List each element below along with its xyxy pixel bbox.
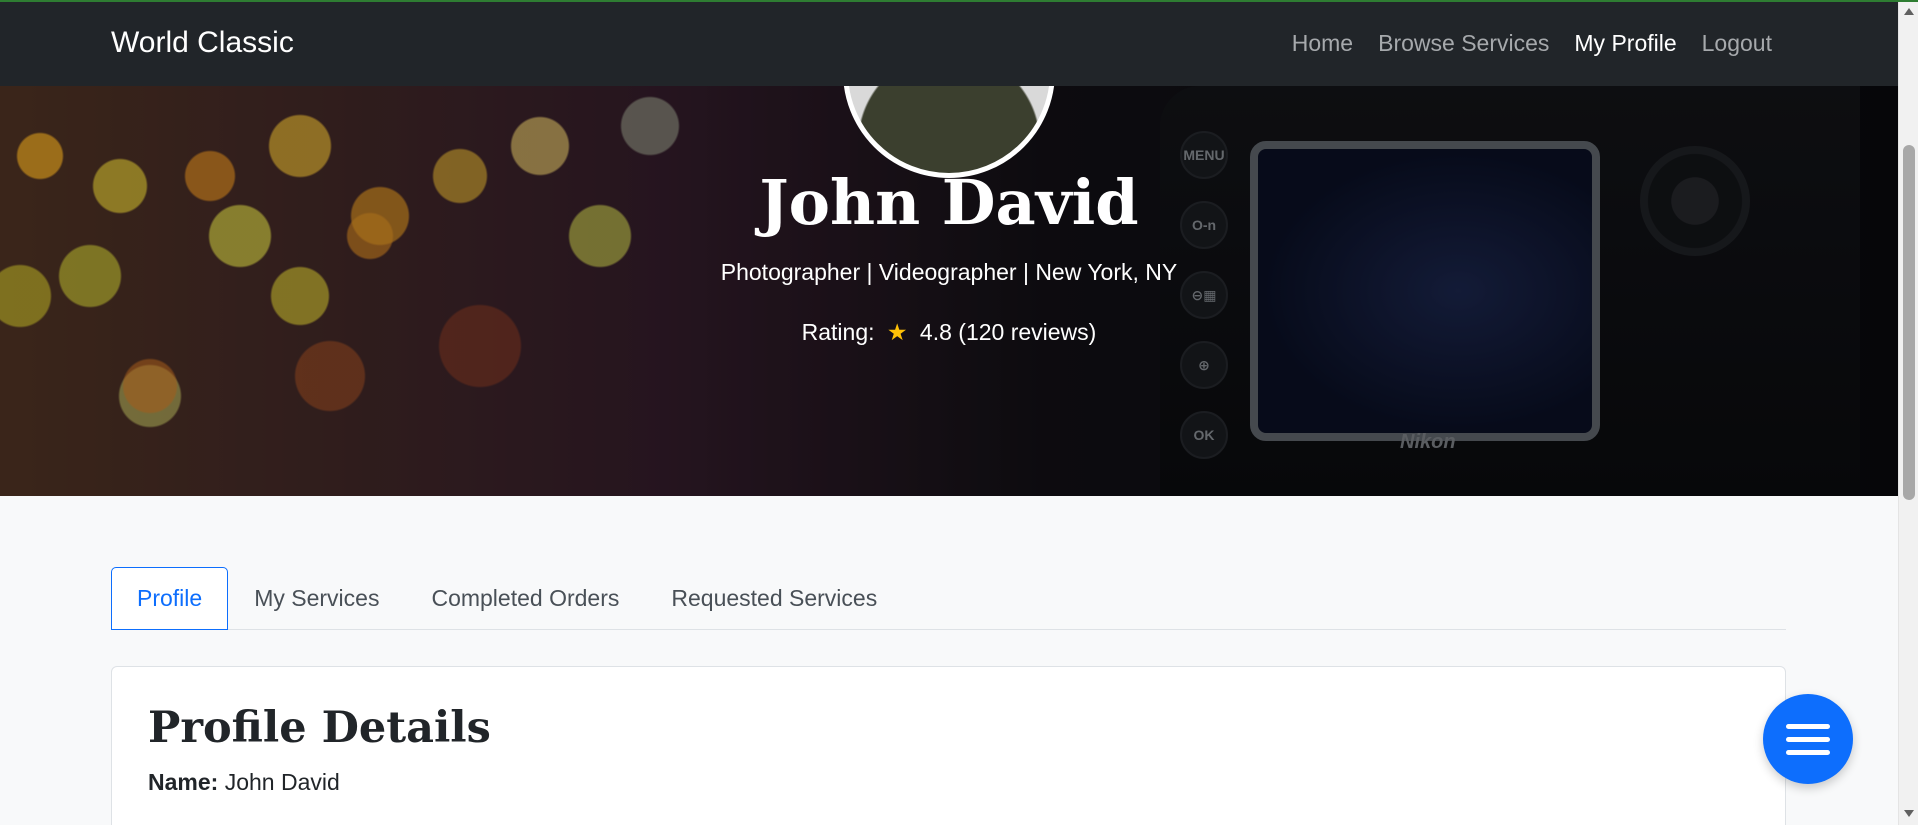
tab-completed-orders[interactable]: Completed Orders: [405, 567, 645, 630]
scroll-down-arrow-icon[interactable]: [1904, 810, 1914, 817]
profile-name: John David: [759, 166, 1139, 239]
menu-icon-bar: [1786, 723, 1830, 729]
scroll-up-arrow-icon[interactable]: [1904, 8, 1914, 15]
tab-requested-services[interactable]: Requested Services: [645, 567, 903, 630]
brand-link[interactable]: World Classic: [111, 26, 294, 60]
page-scrollbar[interactable]: [1898, 0, 1918, 825]
star-icon: ★: [886, 319, 908, 345]
nav-my-profile-link[interactable]: My Profile: [1574, 30, 1676, 57]
top-accent-line: [0, 0, 1918, 2]
card-title: Profile Details: [148, 703, 491, 753]
name-value: John David: [224, 769, 340, 795]
profile-hero-banner: Nikon MENU O-n ⊖▦ ⊕ OK John David Photog…: [0, 86, 1898, 496]
menu-icon-bar: [1786, 736, 1830, 742]
nav-logout-link[interactable]: Logout: [1702, 30, 1772, 57]
rating-value: 4.8 (120 reviews): [919, 319, 1097, 345]
nav-browse-services-link[interactable]: Browse Services: [1378, 30, 1549, 57]
profile-subtitle: Photographer | Videographer | New York, …: [720, 259, 1178, 285]
nav-home-link[interactable]: Home: [1292, 30, 1353, 57]
profile-details-card: Profile Details Name: John David: [111, 666, 1786, 825]
name-label: Name:: [148, 769, 219, 795]
floating-menu-button[interactable]: [1763, 694, 1853, 784]
scrollbar-thumb[interactable]: [1903, 145, 1915, 500]
nav-links: Home Browse Services My Profile Logout: [1292, 30, 1772, 57]
profile-rating: Rating: ★ 4.8 (120 reviews): [0, 319, 1898, 346]
tab-my-services[interactable]: My Services: [228, 567, 405, 630]
rating-label: Rating:: [801, 319, 875, 345]
tab-profile[interactable]: Profile: [111, 567, 229, 630]
profile-name-row: Name: John David: [148, 769, 340, 796]
menu-icon-bar: [1786, 749, 1830, 755]
profile-tabs: Profile My Services Completed Orders Req…: [111, 567, 1786, 630]
navbar: World Classic Home Browse Services My Pr…: [0, 2, 1898, 86]
